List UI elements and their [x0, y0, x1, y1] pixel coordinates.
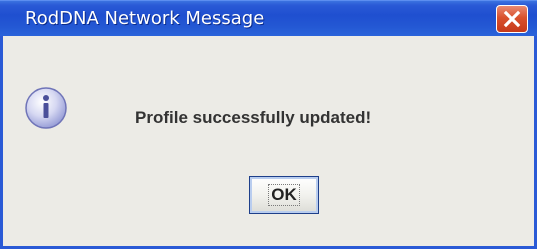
close-button[interactable]: [496, 5, 528, 33]
close-icon: [503, 10, 521, 28]
ok-button-label: OK: [268, 184, 300, 206]
window-title: RodDNA Network Message: [25, 8, 265, 29]
dialog-message: Profile successfully updated!: [135, 108, 372, 127]
dialog-body: Profile successfully updated! OK: [0, 36, 537, 249]
info-icon: [25, 87, 67, 129]
dialog-content: Profile successfully updated! OK: [3, 36, 534, 246]
ok-button[interactable]: OK: [249, 176, 319, 214]
message-dialog-window: RodDNA Network Message Profile successfu…: [0, 0, 537, 249]
title-bar[interactable]: RodDNA Network Message: [0, 0, 537, 36]
